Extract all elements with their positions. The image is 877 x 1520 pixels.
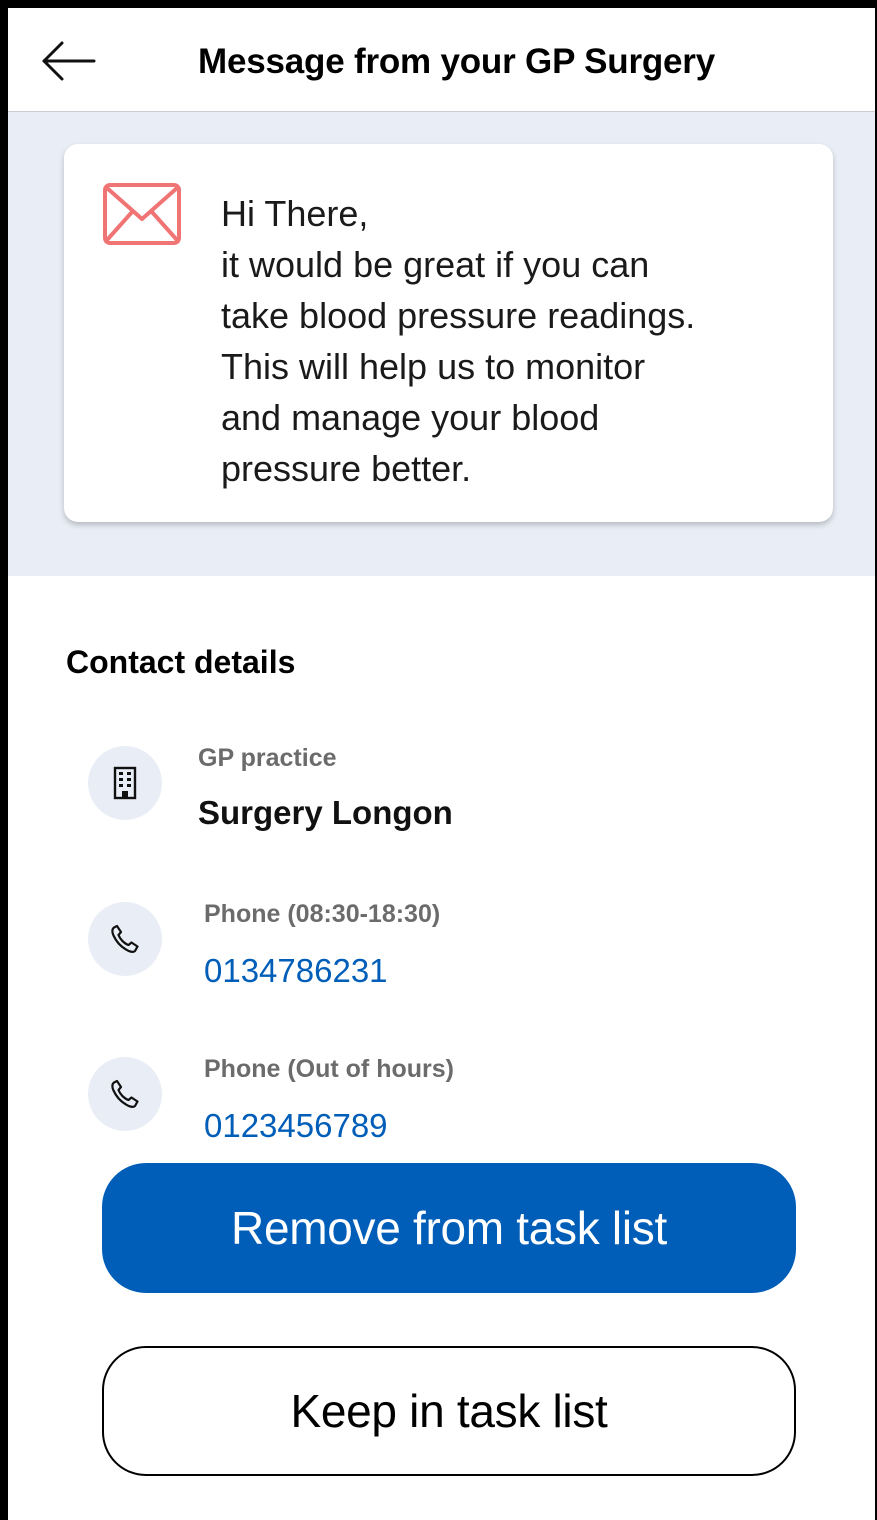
building-icon <box>113 766 137 800</box>
phone-day-link[interactable]: 0134786231 <box>204 952 388 990</box>
phone-icon-circle <box>88 902 162 976</box>
phone-icon-circle <box>88 1057 162 1131</box>
message-text: Hi There, it would be great if you can t… <box>221 193 696 489</box>
phone-icon <box>111 1079 139 1108</box>
envelope-icon <box>103 183 181 245</box>
message-area: Hi There, it would be great if you can t… <box>8 112 875 576</box>
page-title: Message from your GP Surgery <box>198 42 715 81</box>
phone-icon <box>111 924 139 953</box>
practice-label: GP practice <box>198 744 337 772</box>
app-header: Message from your GP Surgery <box>8 8 875 112</box>
message-card: Hi There, it would be great if you can t… <box>64 144 833 522</box>
phone-day-label: Phone (08:30-18:30) <box>204 900 441 928</box>
screen: Message from your GP Surgery Hi There, i… <box>0 0 877 1520</box>
remove-from-task-list-button[interactable]: Remove from task list <box>102 1163 796 1293</box>
practice-name: Surgery Longon <box>198 794 453 831</box>
phone-ooh-label: Phone (Out of hours) <box>204 1055 454 1083</box>
keep-in-task-list-button[interactable]: Keep in task list <box>102 1346 796 1476</box>
phone-ooh-link[interactable]: 0123456789 <box>204 1107 388 1145</box>
contact-details-heading: Contact details <box>66 644 296 680</box>
building-icon-circle <box>88 746 162 820</box>
